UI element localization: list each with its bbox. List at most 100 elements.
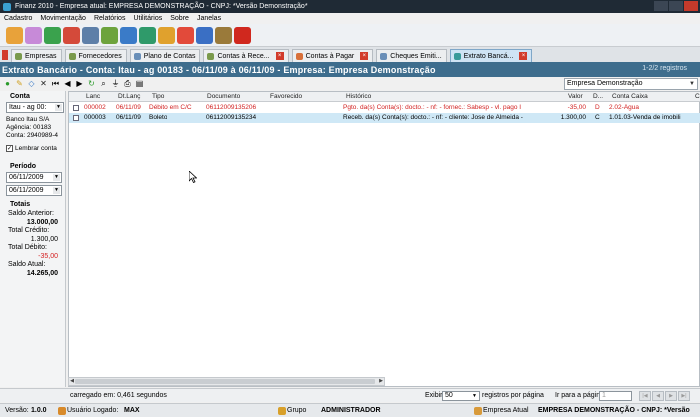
goto-page-label: Ir para a página [555,392,605,399]
cell-dt: 06/11/09 [116,104,141,111]
prev-icon[interactable]: ◀ [62,78,73,89]
tab-0[interactable]: Empresas [11,49,62,62]
next-icon[interactable]: ▶ [74,78,85,89]
report-icon[interactable] [158,26,175,44]
col-conta-caixa[interactable]: Conta Caixa [612,93,648,100]
card-icon[interactable] [120,26,137,44]
search-icon[interactable]: ⌕ [98,78,109,89]
tab-label: Contas à Pagar [305,52,355,60]
next-page-button[interactable]: ▶ [665,391,677,401]
add-icon[interactable]: ● [2,78,13,89]
row-checkbox[interactable] [73,115,79,121]
col-lanc[interactable]: Lanc [86,93,100,100]
menu-movimentacao[interactable]: Movimentação [40,15,86,22]
check-icon: ✓ [6,145,13,152]
window-titlebar: Finanz 2010 - Empresa atual: EMPRESA DEM… [0,0,700,13]
cell-valor: 1.300,00 [560,114,586,121]
page-size-select[interactable]: 50 ▼ [442,391,480,401]
first-page-icon[interactable]: ⏮ [50,78,61,89]
saldo-atual-label: Saldo Atual: [8,261,46,268]
col-favorecido[interactable]: Favorecido [270,93,302,100]
cash-icon[interactable] [101,26,118,44]
tab-3[interactable]: Contas à Rece... × [203,49,289,62]
window-controls [654,1,698,11]
save-icon[interactable] [196,26,213,44]
col-tipo[interactable]: Tipo [152,93,164,100]
maximize-button[interactable] [669,1,683,11]
prev-page-button[interactable]: ◀ [652,391,664,401]
filter-icon[interactable]: ⏚ [110,78,121,89]
clear-icon[interactable]: ◇ [26,78,37,89]
money-out-icon[interactable] [63,26,80,44]
date-to-input[interactable]: 06/11/2009 ▼ [6,185,62,196]
col-historico[interactable]: Histórico [346,93,371,100]
people-icon[interactable] [6,26,23,44]
power-icon[interactable] [234,26,251,44]
chevron-down-icon: ▼ [55,104,62,111]
col-c[interactable]: C [695,93,700,100]
page-title: Extrato Bancário - Conta: Itau - ag 0018… [2,64,436,75]
empresa-label: Empresa Atual [483,407,529,414]
menu-utilitarios[interactable]: Utilitários [133,15,162,22]
close-tab-icon[interactable]: × [275,52,284,60]
refresh-icon[interactable]: ↻ [86,78,97,89]
per-page-label: registros por página [482,392,544,399]
minimize-button[interactable] [654,1,668,11]
goto-page-value: 1 [602,392,606,399]
tab-4[interactable]: Contas à Pagar × [291,49,374,62]
close-tab-icon[interactable]: × [519,52,528,60]
tab-label: Plano de Contas [143,52,196,60]
edit-icon[interactable]: ✎ [14,78,25,89]
tab-1[interactable]: Fornecedores [64,49,127,62]
tab-2[interactable]: Plano de Contas [129,49,201,62]
col-documento[interactable]: Documento [207,93,240,100]
empresa-value: EMPRESA DEMONSTRAÇÃO - CNPJ: *Versão [538,407,690,414]
last-page-button[interactable]: ▶| [678,391,690,401]
load-time: carregado em: 0,461 segundos [70,392,167,399]
periodo-section-label: Período [10,163,37,170]
print-icon[interactable]: ⎙ [122,78,133,89]
grid-horizontal-scrollbar[interactable]: ◀ ▶ [68,377,385,386]
pencil-icon[interactable] [82,26,99,44]
delete-icon[interactable]: ✕ [38,78,49,89]
menu-relatorios[interactable]: Relatórios [94,15,126,22]
tab-close-left-icon[interactable] [2,50,8,60]
tab-6[interactable]: Extrato Bancá... × [449,49,533,62]
row-checkbox[interactable] [73,105,79,111]
date-to-value: 06/11/2009 [9,187,44,194]
col-dc[interactable]: D... [593,93,603,100]
saldo-anterior-value: 13.000,00 [26,219,58,226]
conta-select[interactable]: Itau - ag 00: ▼ [6,102,64,113]
columns-icon[interactable]: ▤ [134,78,145,89]
cell-lanc: 000003 [84,114,106,121]
scroll-right-icon[interactable]: ▶ [378,378,384,385]
tab-5[interactable]: Cheques Emiti... [376,49,447,62]
first-page-button[interactable]: |◀ [639,391,651,401]
table-row[interactable]: 000003 06/11/09 Boleto 06112009135234 Re… [69,113,700,123]
saldo-atual-value: 14.265,00 [26,270,58,277]
tools-icon[interactable] [215,26,232,44]
versao-label: Versão: [5,407,29,414]
close-window-button[interactable] [684,1,698,11]
money-in-icon[interactable] [44,26,61,44]
menu-janelas[interactable]: Janelas [197,15,221,22]
lembrar-conta-checkbox[interactable]: ✓ Lembrar conta [0,145,57,152]
company-select[interactable]: Empresa Demonstração [564,78,698,90]
cell-dc: C [595,114,600,121]
scroll-thumb[interactable] [75,379,375,384]
calendar-icon[interactable] [177,26,194,44]
table-row[interactable]: 000002 06/11/09 Débito em C/C 0611200913… [69,103,700,113]
menu-sobre[interactable]: Sobre [170,15,189,22]
users-icon[interactable] [25,26,42,44]
menu-cadastro[interactable]: Cadastro [4,15,32,22]
date-from-input[interactable]: 06/11/2009 ▼ [6,172,62,183]
close-tab-icon[interactable]: × [360,52,369,60]
versao-value: 1.0.0 [31,407,47,414]
conta-section-label: Conta [10,93,30,100]
lembrar-conta-label: Lembrar conta [15,145,57,152]
group-icon [278,407,286,415]
col-valor[interactable]: Valor [568,93,583,100]
bank-icon[interactable] [139,26,156,44]
col-dt-lanc[interactable]: Dt.Lanç [118,93,140,100]
goto-page-select[interactable]: 1 [599,391,632,401]
